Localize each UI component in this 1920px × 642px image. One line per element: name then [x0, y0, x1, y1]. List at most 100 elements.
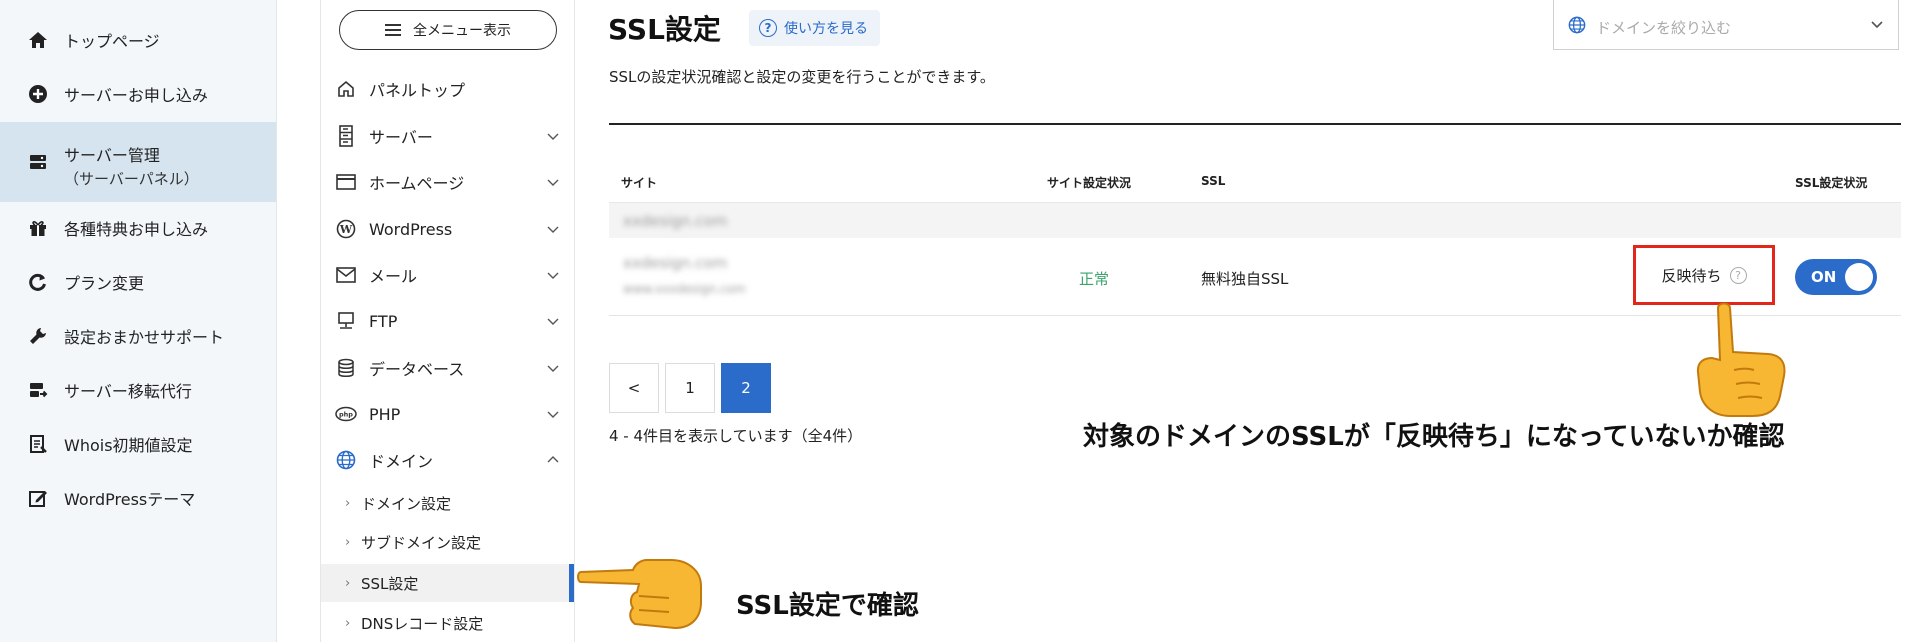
global-nav-label: 設定おまかせサポート [64, 328, 225, 347]
server-move-icon [28, 380, 48, 400]
table-group-row: xxdesign.com [609, 202, 1901, 238]
panel-nav-label: PHP [369, 404, 401, 424]
plus-circle-icon [28, 84, 48, 104]
wordpress-icon: W [335, 218, 357, 240]
global-nav-sublabel: （サーバーパネル） [64, 170, 199, 188]
pointing-up-hand-icon [1696, 302, 1786, 417]
global-nav-label: 各種特典お申し込み [64, 220, 209, 239]
panel-nav-label: WordPress [369, 219, 453, 239]
global-nav-label: サーバーお申し込み [64, 86, 208, 105]
pagination-page-2[interactable]: 2 [721, 363, 771, 413]
toggle-knob [1845, 263, 1873, 291]
chevron-down-icon [547, 179, 559, 186]
global-nav-label: Whois初期値設定 [64, 436, 193, 455]
global-nav-label: プラン変更 [64, 274, 145, 293]
help-label: 使い方を見る [784, 21, 868, 37]
globe-icon [335, 449, 357, 471]
panel-nav-label: パネルトップ [369, 81, 466, 100]
all-menu-button[interactable]: 全メニュー表示 [339, 10, 557, 50]
annotation-pending-check: 対象のドメインのSSLが「反映待ち」になっていないか確認 [1083, 422, 1785, 452]
chevron-right-icon: › [345, 495, 351, 511]
panel-nav-ftp[interactable]: FTP [321, 301, 574, 341]
global-nav-plan-change[interactable]: プラン変更 [0, 262, 276, 302]
panel-nav-database[interactable]: データベース [321, 348, 574, 388]
help-tooltip-icon[interactable]: ? [1729, 266, 1747, 284]
pagination-page-1[interactable]: 1 [665, 363, 715, 413]
result-count: 4 - 4件目を表示しています（全4件） [609, 427, 863, 445]
panel-nav-label: サーバー [369, 128, 433, 147]
php-icon: php [335, 403, 357, 425]
ssl-state-highlight: 反映待ち ? [1633, 245, 1775, 305]
document-icon [28, 434, 48, 454]
global-nav-setup-support[interactable]: 設定おまかせサポート [0, 316, 276, 356]
panel-nav-mail[interactable]: メール [321, 255, 574, 295]
chevron-right-icon: › [345, 534, 351, 550]
refresh-icon [28, 272, 48, 292]
panel-nav-label: ドメイン [369, 452, 434, 471]
global-nav-server-management[interactable]: サーバー管理 （サーバーパネル） [0, 122, 276, 202]
global-nav-whois[interactable]: Whois初期値設定 [0, 424, 276, 464]
chevron-right-icon: › [345, 615, 351, 631]
subnav-dns-record-setting[interactable]: › DNSレコード設定 [321, 604, 574, 642]
global-sidebar: トップページ サーバーお申し込み サーバー管理 （サーバーパネル） 各種特典お申… [0, 0, 277, 642]
panel-nav-server[interactable]: サーバー [321, 116, 574, 156]
site-subtext: www.xxxdesign.com [623, 282, 746, 296]
global-nav-server-migration[interactable]: サーバー移転代行 [0, 370, 276, 410]
global-nav-top-page[interactable]: トップページ [0, 20, 276, 60]
chevron-right-icon: › [345, 575, 351, 591]
chevron-up-icon [547, 456, 559, 463]
gift-icon [28, 218, 48, 238]
global-nav-server-apply[interactable]: サーバーお申し込み [0, 74, 276, 114]
monitor-icon [335, 310, 357, 332]
chevron-down-icon [1871, 21, 1883, 29]
site-status-text: 正常 [1079, 270, 1110, 288]
server-stack-icon [335, 125, 357, 147]
global-nav-label: サーバー管理 [64, 146, 160, 165]
ssl-toggle[interactable]: ON [1795, 259, 1877, 295]
subnav-ssl-setting[interactable]: › SSL設定 [321, 564, 574, 602]
wrench-icon [28, 326, 48, 346]
panel-nav-label: FTP [369, 311, 398, 331]
header-ssl: SSL [1201, 174, 1226, 188]
annotation-ssl-setting: SSL設定で確認 [736, 591, 919, 621]
chevron-down-icon [547, 411, 559, 418]
subnav-label: サブドメイン設定 [361, 533, 482, 552]
mail-icon [335, 264, 357, 286]
divider [609, 123, 1901, 125]
database-icon [335, 357, 357, 379]
panel-sidebar: 全メニュー表示 パネルトップ サーバー ホームページ W WordPress メ… [320, 0, 575, 642]
global-nav-label: サーバー移転代行 [64, 382, 192, 401]
panel-nav-domain[interactable]: ドメイン [321, 440, 574, 480]
pointing-right-hand-icon [577, 559, 702, 630]
domain-filter-select[interactable]: ドメインを絞り込む [1553, 0, 1899, 50]
panel-nav-label: メール [369, 267, 418, 286]
panel-nav-wordpress[interactable]: W WordPress [321, 209, 574, 249]
subnav-subdomain-setting[interactable]: › サブドメイン設定 [321, 523, 574, 561]
header-site-status: サイト設定状況 [1047, 176, 1132, 190]
page-description: SSLの設定状況確認と設定の変更を行うことができます。 [609, 68, 995, 86]
global-nav-wordpress-theme[interactable]: WordPressテーマ [0, 478, 276, 518]
globe-icon [1568, 16, 1586, 34]
chevron-down-icon [547, 133, 559, 140]
panel-nav-homepage[interactable]: ホームページ [321, 162, 574, 202]
panel-nav-label: データベース [369, 360, 465, 379]
chevron-down-icon [547, 226, 559, 233]
toggle-label: ON [1811, 268, 1837, 286]
global-nav-label: トップページ [64, 32, 160, 51]
help-button[interactable]: ? 使い方を見る [749, 10, 880, 46]
browser-window-icon [335, 171, 357, 193]
home-icon [28, 30, 48, 50]
subnav-label: SSL設定 [361, 574, 419, 593]
panel-nav-panel-top[interactable]: パネルトップ [321, 69, 574, 109]
panel-nav-label: ホームページ [369, 174, 465, 193]
chevron-down-icon [547, 318, 559, 325]
panel-nav-php[interactable]: php PHP [321, 394, 574, 434]
pagination-prev[interactable]: < [609, 363, 659, 413]
subnav-label: DNSレコード設定 [361, 614, 484, 633]
subnav-label: ドメイン設定 [361, 494, 452, 513]
server-icon [28, 152, 48, 172]
all-menu-label: 全メニュー表示 [413, 23, 511, 39]
subnav-domain-setting[interactable]: › ドメイン設定 [321, 484, 574, 522]
global-nav-benefits[interactable]: 各種特典お申し込み [0, 208, 276, 248]
ssl-type-text: 無料独自SSL [1201, 270, 1289, 288]
